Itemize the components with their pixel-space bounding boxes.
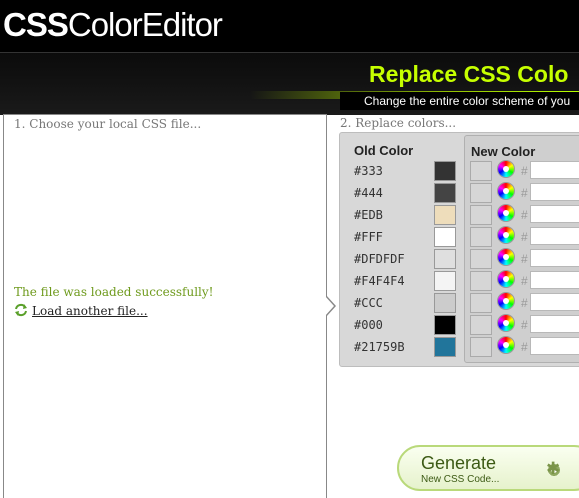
color-wheel-icon[interactable] <box>498 161 514 177</box>
refresh-icon <box>15 303 27 317</box>
generate-title: Generate <box>421 453 497 473</box>
color-row: #444 # <box>340 183 579 205</box>
hash-label: # <box>521 186 528 200</box>
color-replacement-box: Old Color New Color #333 # #444 # #EDB # #FFF #… <box>339 132 579 367</box>
color-row: #000 # <box>340 315 579 337</box>
old-color-code: #333 <box>354 164 383 178</box>
new-color-header: New Color <box>471 144 536 159</box>
old-color-header: Old Color <box>354 143 414 158</box>
step-2-label: 2. Replace colors... <box>340 116 457 130</box>
hash-label: # <box>521 318 528 332</box>
color-wheel-icon[interactable] <box>498 227 514 243</box>
color-wheel-icon[interactable] <box>498 337 514 353</box>
new-color-swatch[interactable] <box>470 205 492 225</box>
new-color-swatch[interactable] <box>470 271 492 291</box>
old-color-code: #FFF <box>354 230 383 244</box>
load-another-file-link[interactable]: Load another file... <box>14 303 148 318</box>
old-color-code: #DFDFDF <box>354 252 405 266</box>
color-wheel-icon[interactable] <box>498 249 514 265</box>
old-color-code: #444 <box>354 186 383 200</box>
color-row: #DFDFDF # <box>340 249 579 271</box>
new-color-input[interactable] <box>530 315 579 333</box>
logo-rest: ColorEditor <box>67 6 223 43</box>
hash-label: # <box>521 296 528 310</box>
panel-pointer <box>325 296 334 316</box>
old-color-swatch <box>434 337 456 357</box>
file-panel: 1. Choose your local CSS file... The fil… <box>3 114 327 498</box>
old-color-code: #000 <box>354 318 383 332</box>
top-bar: CSSColorEditor <box>0 0 579 52</box>
color-wheel-icon[interactable] <box>498 315 514 331</box>
old-color-code: #EDB <box>354 208 383 222</box>
new-color-input[interactable] <box>530 227 579 245</box>
hash-label: # <box>521 208 528 222</box>
new-color-swatch[interactable] <box>470 249 492 269</box>
banner-title: Replace CSS Colo <box>369 61 569 87</box>
hash-label: # <box>521 252 528 266</box>
new-color-input[interactable] <box>530 205 579 223</box>
old-color-code: #21759B <box>354 340 405 354</box>
app-logo: CSSColorEditor <box>3 6 223 44</box>
old-color-swatch <box>434 271 456 291</box>
new-color-swatch[interactable] <box>470 183 492 203</box>
hash-label: # <box>521 164 528 178</box>
old-color-swatch <box>434 315 456 335</box>
new-color-swatch[interactable] <box>470 315 492 335</box>
new-color-swatch[interactable] <box>470 227 492 247</box>
old-color-code: #F4F4F4 <box>354 274 405 288</box>
banner-subtitle-strip: Change the entire color scheme of you <box>340 92 579 110</box>
load-another-file-label: Load another file... <box>32 304 148 318</box>
old-color-swatch <box>434 293 456 313</box>
generate-subtitle: New CSS Code... <box>421 474 500 485</box>
hash-label: # <box>521 230 528 244</box>
new-color-swatch[interactable] <box>470 293 492 313</box>
color-wheel-icon[interactable] <box>498 271 514 287</box>
hash-label: # <box>521 340 528 354</box>
generate-button[interactable]: Generate New CSS Code... <box>397 445 579 491</box>
step-1-label: 1. Choose your local CSS file... <box>14 117 202 131</box>
color-row: #333 # <box>340 161 579 183</box>
gear-icon <box>546 459 562 479</box>
color-wheel-icon[interactable] <box>498 293 514 309</box>
color-row: #EDB # <box>340 205 579 227</box>
new-color-input[interactable] <box>530 337 579 355</box>
load-status: The file was loaded successfully! <box>14 285 214 299</box>
banner-subtitle: Change the entire color scheme of you <box>364 94 571 108</box>
old-color-code: #CCC <box>354 296 383 310</box>
new-color-input[interactable] <box>530 183 579 201</box>
old-color-swatch <box>434 183 456 203</box>
old-color-swatch <box>434 249 456 269</box>
new-color-input[interactable] <box>530 271 579 289</box>
color-row: #21759B # <box>340 337 579 359</box>
new-color-input[interactable] <box>530 293 579 311</box>
old-color-swatch <box>434 205 456 225</box>
new-color-input[interactable] <box>530 161 579 179</box>
old-color-swatch <box>434 227 456 247</box>
hash-label: # <box>521 274 528 288</box>
old-color-swatch <box>434 161 456 181</box>
color-row: #F4F4F4 # <box>340 271 579 293</box>
color-row: #FFF # <box>340 227 579 249</box>
new-color-swatch[interactable] <box>470 161 492 181</box>
new-color-swatch[interactable] <box>470 337 492 357</box>
color-wheel-icon[interactable] <box>498 205 514 221</box>
color-wheel-icon[interactable] <box>498 183 514 199</box>
logo-bold: CSS <box>3 6 69 43</box>
color-row: #CCC # <box>340 293 579 315</box>
new-color-input[interactable] <box>530 249 579 267</box>
